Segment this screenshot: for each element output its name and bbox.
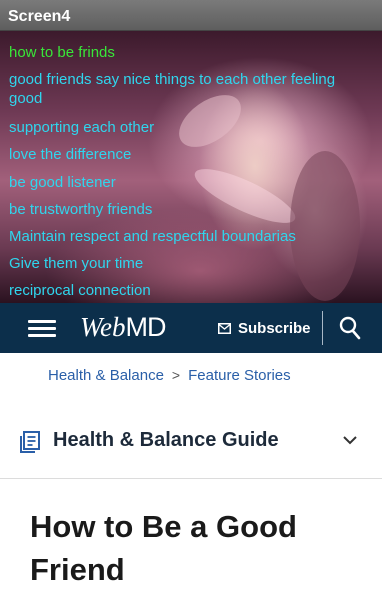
chevron-down-icon[interactable]: [342, 435, 358, 445]
menu-icon[interactable]: [28, 320, 56, 338]
hero-heading: how to be frinds: [9, 44, 115, 61]
breadcrumb-feature-stories[interactable]: Feature Stories: [188, 367, 291, 384]
header-divider: [322, 311, 323, 345]
logo-text-md: MD: [125, 312, 167, 342]
hero-text-line: supporting each other: [9, 119, 155, 136]
hero-figure-shape: [188, 159, 302, 233]
hero-text-line: be trustworthy friends: [9, 201, 153, 218]
hero-figure-shape: [290, 151, 360, 301]
breadcrumb-separator: >: [171, 367, 181, 383]
window-title-bar: Screen4: [0, 0, 382, 31]
article-headline: How to Be a Good Friend: [30, 509, 297, 587]
guide-title: Health & Balance Guide: [53, 429, 279, 451]
webmd-logo[interactable]: WebMD: [80, 312, 167, 343]
hero-text-line: love the difference: [9, 146, 132, 163]
logo-text-web: Web: [80, 312, 126, 342]
hero-text-line: good friends say nice things to each oth…: [9, 71, 336, 88]
guide-dropdown[interactable]: Health & Balance Guide: [20, 425, 365, 459]
hero-text-line: reciprocal connection: [9, 282, 151, 299]
breadcrumb: Health & Balance > Feature Stories: [48, 367, 291, 384]
hero-text-line: good: [9, 90, 43, 107]
hero-text-line: Maintain respect and respectful boundari…: [9, 228, 296, 245]
subscribe-button[interactable]: Subscribe: [238, 320, 311, 337]
mail-icon: [218, 323, 231, 334]
hero-text-line: be good listener: [9, 174, 116, 191]
webmd-header: WebMD Subscribe: [0, 303, 382, 353]
window-title: Screen4: [8, 8, 71, 25]
hero-figure-shape: [169, 84, 251, 158]
breadcrumb-health-balance[interactable]: Health & Balance: [48, 367, 164, 384]
section-divider: [0, 478, 382, 479]
hero-text-line: Give them your time: [9, 255, 144, 272]
hero-image: how to be frinds good friends say nice t…: [0, 31, 382, 303]
search-icon[interactable]: [339, 316, 361, 340]
guide-book-icon: [20, 431, 40, 453]
